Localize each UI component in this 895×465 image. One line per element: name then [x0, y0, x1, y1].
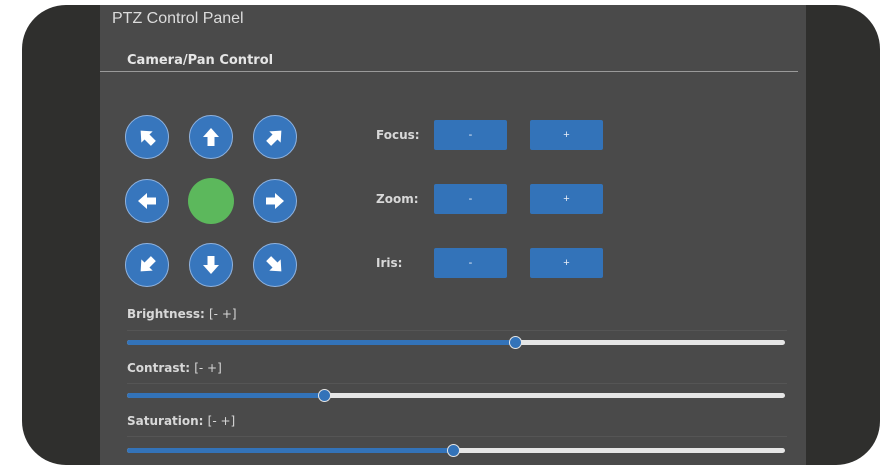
saturation-slider[interactable]	[127, 444, 785, 457]
saturation-separator	[127, 436, 787, 437]
contrast-separator	[127, 383, 787, 384]
arrow-up-left-icon	[140, 130, 156, 146]
pan-up-button[interactable]	[189, 115, 233, 159]
arrow-right-icon	[266, 193, 284, 209]
device-bezel: PTZ Control Panel Camera/Pan Control Foc…	[22, 5, 880, 465]
pan-up-left-button[interactable]	[125, 115, 169, 159]
section-divider	[100, 71, 798, 72]
contrast-label: Contrast: [- +]	[127, 361, 222, 375]
arrow-down-icon	[203, 256, 219, 274]
contrast-adjust-text: [- +]	[194, 361, 222, 375]
arrow-up-icon	[203, 128, 219, 146]
arrow-left-icon	[138, 193, 156, 209]
pan-down-left-button[interactable]	[125, 243, 169, 287]
saturation-slider-fill	[127, 448, 454, 453]
zoom-plus-button[interactable]: +	[530, 184, 603, 214]
brightness-slider-fill	[127, 340, 516, 345]
saturation-slider-thumb[interactable]	[447, 444, 461, 457]
pan-down-button[interactable]	[189, 243, 233, 287]
zoom-label: Zoom:	[376, 192, 419, 206]
pan-down-right-button[interactable]	[253, 243, 297, 287]
brightness-slider[interactable]	[127, 336, 785, 349]
iris-minus-button[interactable]: -	[434, 248, 507, 278]
saturation-adjust-text: [- +]	[207, 414, 236, 428]
arrow-down-left-icon	[140, 256, 156, 272]
pan-left-button[interactable]	[125, 179, 169, 223]
section-title: Camera/Pan Control	[127, 53, 274, 68]
saturation-label: Saturation: [- +]	[127, 414, 235, 428]
ptz-control-panel: PTZ Control Panel Camera/Pan Control Foc…	[100, 5, 806, 465]
pan-home-button[interactable]	[188, 178, 234, 224]
contrast-slider-fill	[127, 393, 325, 398]
iris-plus-button[interactable]: +	[530, 248, 603, 278]
contrast-slider[interactable]	[127, 389, 785, 402]
brightness-slider-thumb[interactable]	[509, 336, 523, 349]
focus-label: Focus:	[376, 128, 420, 142]
saturation-label-text: Saturation:	[127, 414, 204, 428]
focus-minus-button[interactable]: -	[434, 120, 507, 150]
panel-title: PTZ Control Panel	[112, 10, 244, 27]
iris-label: Iris:	[376, 256, 403, 270]
brightness-separator	[127, 330, 787, 331]
pan-up-right-button[interactable]	[253, 115, 297, 159]
brightness-label: Brightness: [- +]	[127, 307, 237, 321]
contrast-slider-thumb[interactable]	[318, 389, 332, 402]
pan-right-button[interactable]	[253, 179, 297, 223]
zoom-minus-button[interactable]: -	[434, 184, 507, 214]
focus-plus-button[interactable]: +	[530, 120, 603, 150]
arrow-up-right-icon	[266, 130, 282, 146]
contrast-label-text: Contrast:	[127, 361, 191, 375]
brightness-label-text: Brightness:	[127, 307, 205, 321]
brightness-adjust-text: [- +]	[209, 307, 237, 321]
arrow-down-right-icon	[266, 256, 282, 272]
